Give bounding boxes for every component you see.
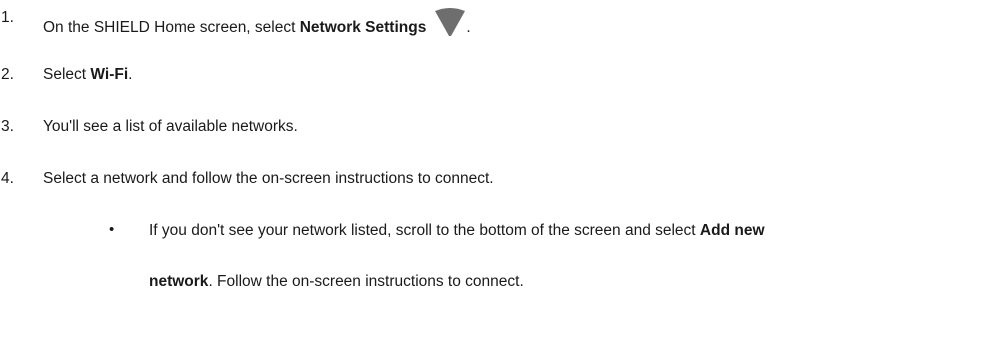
bullet-marker: •	[109, 221, 115, 238]
wifi-label: Wi-Fi	[90, 66, 129, 83]
step-number: 4.	[1, 170, 14, 187]
add-new-network-label-cont: network	[149, 273, 209, 290]
step-text-pre: Select	[43, 66, 91, 83]
bullet-text-line-1: If you don't see your network listed, sc…	[149, 219, 765, 243]
step-text-post: .	[466, 19, 471, 36]
bullet-text-line-2: network. Follow the on-screen instructio…	[149, 270, 524, 294]
network-settings-label: Network Settings	[299, 19, 427, 36]
step-number: 2.	[1, 66, 14, 83]
bullet-text: . Follow the on-screen instructions to c…	[208, 273, 524, 290]
step-text: Select Wi-Fi.	[43, 63, 132, 87]
bullet-text: If you don't see your network listed, sc…	[149, 222, 700, 239]
wifi-icon	[434, 6, 466, 46]
step-text: You'll see a list of available networks.	[43, 118, 298, 135]
step-number: 1.	[1, 9, 14, 26]
step-text: On the SHIELD Home screen, select Networ…	[43, 6, 471, 46]
step-number: 3.	[1, 118, 14, 135]
step-text: Select a network and follow the on-scree…	[43, 170, 494, 187]
add-new-network-label: Add new	[699, 222, 765, 239]
step-text-post: .	[128, 66, 133, 83]
step-text-pre: On the SHIELD Home screen, select	[43, 19, 300, 36]
